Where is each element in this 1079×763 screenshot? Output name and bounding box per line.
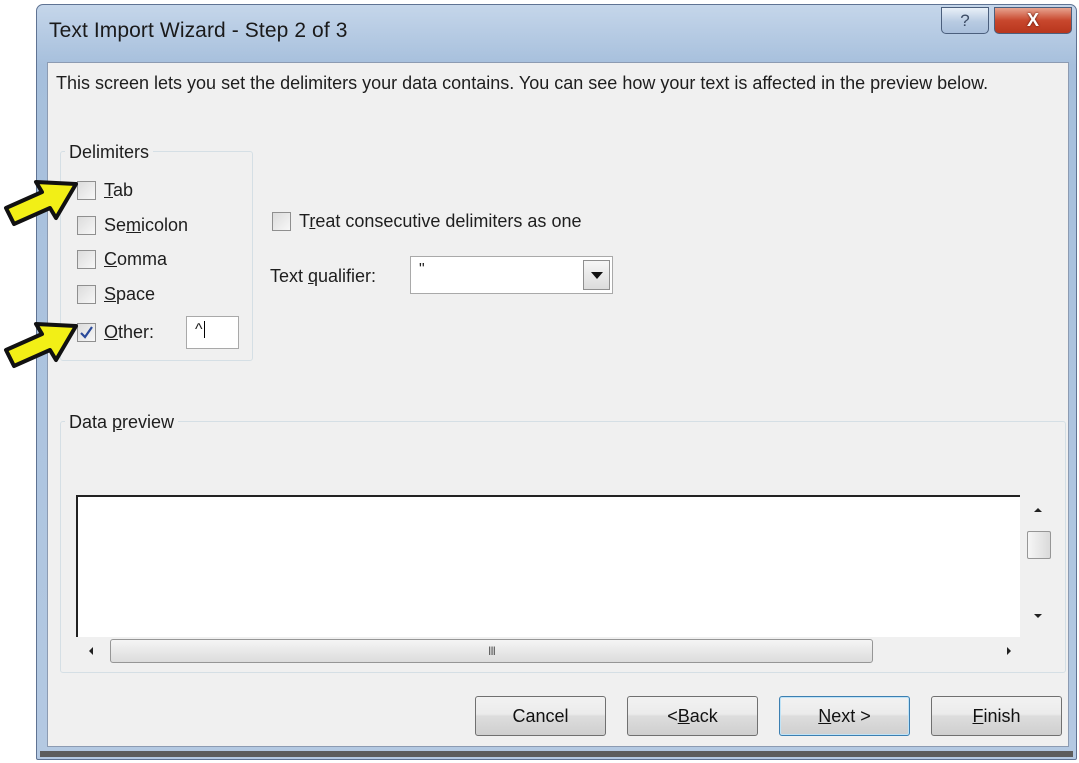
annotation-arrow-tab <box>4 180 78 226</box>
next-button[interactable]: Next > <box>779 696 910 736</box>
help-button[interactable]: ? <box>941 7 989 34</box>
semicolon-label: Semicolon <box>104 215 189 235</box>
dialog-body: This screen lets you set the delimiters … <box>47 62 1069 747</box>
window-bottom-edge <box>40 751 1073 757</box>
consecutive-delimiters-label: Treat consecutive delimiters as one <box>299 211 582 231</box>
preview-vertical-scrollbar[interactable] <box>1024 495 1051 635</box>
chevron-down-icon <box>590 271 603 279</box>
description-text: This screen lets you set the delimiters … <box>56 73 989 93</box>
back-button[interactable]: < Back <box>627 696 758 736</box>
scroll-down-icon[interactable] <box>1031 611 1045 621</box>
horizontal-scroll-thumb[interactable]: III <box>110 639 873 663</box>
preview-horizontal-scrollbar[interactable]: III <box>76 637 1020 663</box>
delimiters-legend: Delimiters <box>65 142 154 163</box>
text-qualifier-label: Text qualifier: <box>270 266 377 286</box>
finish-button[interactable]: Finish <box>931 696 1062 736</box>
space-checkbox[interactable] <box>77 285 96 304</box>
other-delimiter-input[interactable]: ^ <box>186 316 239 349</box>
comma-label: Comma <box>104 249 168 269</box>
dropdown-arrow-button[interactable] <box>583 260 610 290</box>
consecutive-delimiters-checkbox[interactable] <box>272 212 291 231</box>
window-title: Text Import Wizard - Step 2 of 3 <box>49 19 348 42</box>
data-preview-area[interactable] <box>76 495 1020 637</box>
delimiter-tab[interactable]: Tab <box>77 180 133 201</box>
close-button[interactable]: X <box>994 7 1072 34</box>
scroll-right-icon[interactable] <box>1004 644 1014 658</box>
vertical-scroll-thumb[interactable] <box>1027 531 1051 559</box>
delimiter-space[interactable]: Space <box>77 284 155 305</box>
data-preview-legend: Data preview <box>65 412 179 433</box>
text-qualifier-value: " <box>419 261 425 278</box>
comma-checkbox[interactable] <box>77 250 96 269</box>
annotation-arrow-other <box>4 322 78 368</box>
cancel-button[interactable]: Cancel <box>475 696 606 736</box>
other-label: Other: <box>104 322 155 342</box>
delimiter-other[interactable]: Other: <box>77 322 154 343</box>
scroll-grip: III <box>487 644 496 658</box>
delimiter-semicolon[interactable]: Semicolon <box>77 215 188 236</box>
close-icon: X <box>1026 10 1039 30</box>
delimiter-comma[interactable]: Comma <box>77 249 167 270</box>
tab-label: Tab <box>104 180 134 200</box>
scroll-up-icon[interactable] <box>1031 505 1045 515</box>
text-qualifier-select[interactable]: " <box>410 256 613 294</box>
space-label: Space <box>104 284 156 304</box>
scroll-left-icon[interactable] <box>86 644 96 658</box>
help-icon: ? <box>960 10 970 30</box>
consecutive-delimiters-option[interactable]: Treat consecutive delimiters as one <box>272 211 581 232</box>
